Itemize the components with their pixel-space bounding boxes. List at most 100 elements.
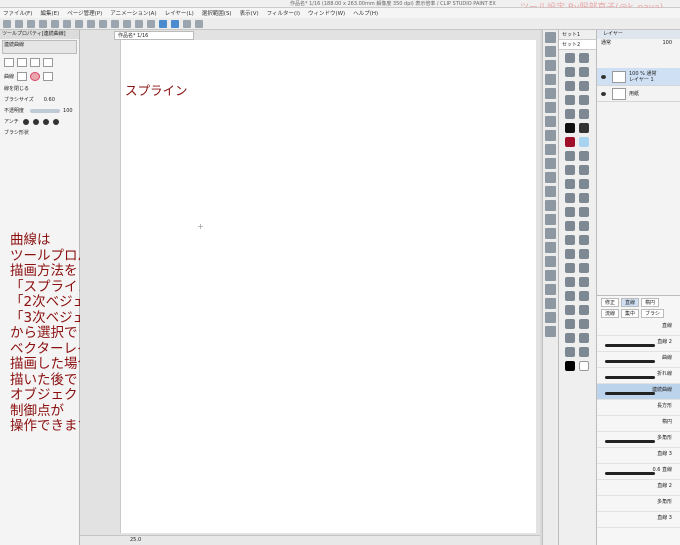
subtool-icon[interactable] bbox=[579, 221, 589, 231]
snap-guide-icon[interactable] bbox=[183, 19, 191, 28]
subtool-icon[interactable] bbox=[565, 277, 575, 287]
subtool-item[interactable]: 曲線 bbox=[597, 352, 680, 368]
subtool-icon[interactable] bbox=[579, 193, 589, 203]
eraser-tool-icon[interactable] bbox=[545, 200, 556, 211]
menu-edit[interactable]: 編集(E) bbox=[40, 9, 59, 17]
subtool-icon[interactable] bbox=[565, 305, 575, 315]
menu-page[interactable]: ページ管理(P) bbox=[67, 9, 102, 17]
operation-tool-icon[interactable] bbox=[545, 60, 556, 71]
group-tab[interactable]: 楕円 bbox=[641, 298, 660, 307]
group-tab[interactable]: 集中 bbox=[621, 309, 640, 318]
subtool-icon[interactable] bbox=[565, 235, 575, 245]
move-tool-icon[interactable] bbox=[545, 46, 556, 57]
subtool-icon[interactable] bbox=[579, 95, 589, 105]
snap-grid-icon[interactable] bbox=[171, 19, 179, 28]
color-swatch-light-blue[interactable] bbox=[579, 137, 589, 147]
redo-icon[interactable] bbox=[51, 19, 59, 28]
line-icon[interactable] bbox=[4, 57, 14, 67]
gradient-tool-icon[interactable] bbox=[545, 242, 556, 253]
subtool-icon[interactable] bbox=[565, 109, 575, 119]
subtool-icon[interactable] bbox=[579, 263, 589, 273]
crop-icon[interactable] bbox=[135, 19, 143, 28]
anti-alias-row[interactable]: アンチ bbox=[0, 116, 79, 127]
correction-tool-icon[interactable] bbox=[545, 326, 556, 337]
subtool-icon[interactable] bbox=[565, 207, 575, 217]
color-swatch-black[interactable] bbox=[565, 123, 575, 133]
subtool-icon[interactable] bbox=[579, 179, 589, 189]
blend-mode-select[interactable]: 通常 bbox=[601, 39, 611, 48]
eyedropper-tool-icon[interactable] bbox=[545, 116, 556, 127]
fill-tool-icon[interactable] bbox=[545, 228, 556, 239]
layer-row[interactable]: 用紙 bbox=[597, 86, 680, 102]
subtool-item[interactable]: 0.6 直線 bbox=[597, 464, 680, 480]
eye-icon[interactable] bbox=[601, 91, 606, 96]
subtool-item[interactable]: 多角形 bbox=[597, 496, 680, 512]
subtool-icon[interactable] bbox=[579, 305, 589, 315]
layer-opacity-value[interactable]: 100 bbox=[662, 39, 672, 48]
invert-icon[interactable] bbox=[123, 19, 131, 28]
anti-alias-none-icon[interactable] bbox=[22, 118, 29, 125]
select-all-icon[interactable] bbox=[99, 19, 107, 28]
brush-tool-icon[interactable] bbox=[545, 158, 556, 169]
subtool-icon[interactable] bbox=[579, 207, 589, 217]
subtool-icon[interactable] bbox=[579, 333, 589, 343]
balloon-tool-icon[interactable] bbox=[545, 312, 556, 323]
text-tool-icon[interactable] bbox=[545, 298, 556, 309]
subtool-icon[interactable] bbox=[565, 81, 575, 91]
anti-alias-high-icon[interactable] bbox=[52, 118, 59, 125]
clear-icon[interactable] bbox=[63, 19, 71, 28]
subtool-icon[interactable] bbox=[565, 165, 575, 175]
menu-help[interactable]: ヘルプ(H) bbox=[353, 9, 378, 17]
color-swatch-dark[interactable] bbox=[579, 123, 589, 133]
subtool-icon[interactable] bbox=[579, 291, 589, 301]
layer-tab[interactable]: レイヤー bbox=[597, 30, 680, 39]
figure-tool-icon[interactable] bbox=[545, 256, 556, 267]
subtool-icon[interactable] bbox=[579, 319, 589, 329]
subtool-icon[interactable] bbox=[579, 109, 589, 119]
subtool-icon[interactable] bbox=[579, 249, 589, 259]
group-tab[interactable]: ブラシ bbox=[641, 309, 664, 318]
group-tab[interactable]: 直線 bbox=[621, 298, 640, 307]
group-tab[interactable]: 修正 bbox=[601, 298, 620, 307]
fill-icon[interactable] bbox=[75, 19, 83, 28]
frame-tool-icon[interactable] bbox=[545, 270, 556, 281]
sub-color-icon[interactable] bbox=[579, 361, 589, 371]
subtool-icon[interactable] bbox=[579, 235, 589, 245]
menu-selection[interactable]: 選択範囲(S) bbox=[202, 9, 232, 17]
subtool-icon[interactable] bbox=[565, 151, 575, 161]
brush-size-row[interactable]: ブラシサイズ 0.60 bbox=[0, 94, 79, 105]
subtool-item[interactable]: 直線 2 bbox=[597, 336, 680, 352]
group-tab[interactable]: 流線 bbox=[601, 309, 620, 318]
save-icon[interactable] bbox=[27, 19, 35, 28]
subtool-item-selected[interactable]: 連続曲線 bbox=[597, 384, 680, 400]
subtool-icon[interactable] bbox=[565, 347, 575, 357]
curve-icon[interactable] bbox=[17, 57, 27, 67]
menu-layer[interactable]: レイヤー(L) bbox=[165, 9, 194, 17]
menu-window[interactable]: ウィンドウ(W) bbox=[308, 9, 345, 17]
subtool-icon[interactable] bbox=[565, 333, 575, 343]
subtool-icon[interactable] bbox=[565, 53, 575, 63]
subtool-icon[interactable] bbox=[579, 151, 589, 161]
quadratic-bezier-icon[interactable] bbox=[30, 71, 41, 81]
spline-icon[interactable] bbox=[43, 57, 53, 67]
view-icon[interactable] bbox=[195, 19, 203, 28]
zoom-tool-icon[interactable] bbox=[545, 32, 556, 43]
document-tab[interactable]: 作品名* 1/16 bbox=[114, 31, 194, 40]
snap-icon[interactable] bbox=[147, 19, 155, 28]
undo-icon[interactable] bbox=[39, 19, 47, 28]
layer-row[interactable]: 100 % 通常 レイヤー 1 bbox=[597, 68, 680, 86]
subtool-icon[interactable] bbox=[579, 347, 589, 357]
subtool-item[interactable]: 楕円 bbox=[597, 416, 680, 432]
transform-icon[interactable] bbox=[87, 19, 95, 28]
main-color-icon[interactable] bbox=[565, 361, 575, 371]
subtool-icon[interactable] bbox=[579, 165, 589, 175]
menu-view[interactable]: 表示(V) bbox=[240, 9, 259, 17]
canvas-page[interactable] bbox=[120, 40, 536, 533]
polyline-icon[interactable] bbox=[30, 57, 40, 67]
airbrush-tool-icon[interactable] bbox=[545, 172, 556, 183]
snap-ruler-icon[interactable] bbox=[159, 19, 167, 28]
subtool-item[interactable]: 長方形 bbox=[597, 400, 680, 416]
auto-select-tool-icon[interactable] bbox=[545, 102, 556, 113]
spline-curve-icon[interactable] bbox=[17, 71, 28, 81]
subtool-item[interactable]: 直線 bbox=[597, 320, 680, 336]
